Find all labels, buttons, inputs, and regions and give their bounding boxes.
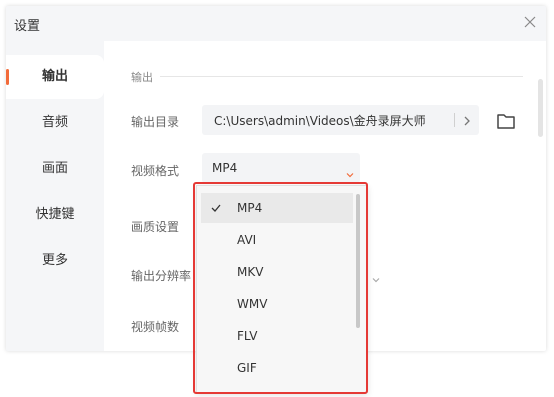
title-bar: 设置 — [6, 6, 546, 41]
section-title: 输出 — [131, 71, 153, 84]
format-option-avi[interactable]: AVI — [201, 225, 353, 255]
sidebar-item-more[interactable]: 更多 — [6, 239, 104, 283]
sidebar-item-label: 快捷键 — [35, 207, 75, 222]
content-scrollbar[interactable] — [538, 79, 543, 137]
frame-rate-label: 视频帧数 — [131, 320, 180, 334]
format-option-mkv[interactable]: MKV — [201, 257, 353, 287]
sidebar-item-label: 输出 — [41, 69, 68, 84]
section-divider — [160, 76, 523, 77]
format-option-mp4[interactable]: MP4 — [201, 193, 353, 223]
sidebar-item-audio[interactable]: 音频 — [6, 101, 104, 145]
chevron-down-icon — [346, 164, 354, 178]
option-label: FLV — [237, 329, 258, 343]
chevron-right-icon[interactable] — [460, 113, 474, 127]
option-label: MKV — [237, 265, 264, 279]
output-dir-field[interactable]: C:\Users\admin\Videos\金舟录屏大师 — [202, 105, 479, 135]
option-label: WMV — [237, 297, 268, 311]
sidebar-item-output[interactable]: 输出 — [6, 55, 104, 99]
sidebar-item-label: 画面 — [41, 161, 68, 176]
output-dir-value: C:\Users\admin\Videos\金舟录屏大师 — [214, 114, 426, 128]
video-format-label: 视频格式 — [131, 164, 180, 178]
format-option-flv[interactable]: FLV — [201, 321, 353, 351]
option-label: AVI — [237, 233, 257, 247]
sidebar-item-label: 音频 — [41, 115, 68, 130]
sidebar-item-shortcuts[interactable]: 快捷键 — [6, 193, 104, 237]
dialog-title: 设置 — [14, 19, 41, 34]
quality-label: 画质设置 — [131, 220, 180, 234]
close-icon[interactable] — [522, 14, 538, 30]
video-format-value: MP4 — [212, 161, 238, 175]
output-dir-label: 输出目录 — [131, 115, 180, 129]
option-label: GIF — [237, 361, 257, 375]
sidebar-item-display[interactable]: 画面 — [6, 147, 104, 191]
format-option-gif[interactable]: GIF — [201, 353, 353, 383]
resolution-label: 输出分辨率 — [131, 269, 192, 283]
check-icon — [211, 202, 221, 212]
format-option-wmv[interactable]: WMV — [201, 289, 353, 319]
video-format-select[interactable]: MP4 — [202, 153, 360, 183]
chevron-down-icon — [372, 269, 380, 283]
sidebar: 输出 音频 画面 快捷键 更多 — [6, 41, 104, 351]
divider — [454, 113, 455, 127]
folder-icon[interactable] — [496, 112, 516, 130]
dropdown-scrollbar[interactable] — [356, 194, 360, 328]
sidebar-item-label: 更多 — [41, 253, 68, 268]
option-label: MP4 — [237, 201, 263, 215]
format-dropdown: MP4 AVI MKV WMV FLV GIF — [196, 185, 368, 393]
